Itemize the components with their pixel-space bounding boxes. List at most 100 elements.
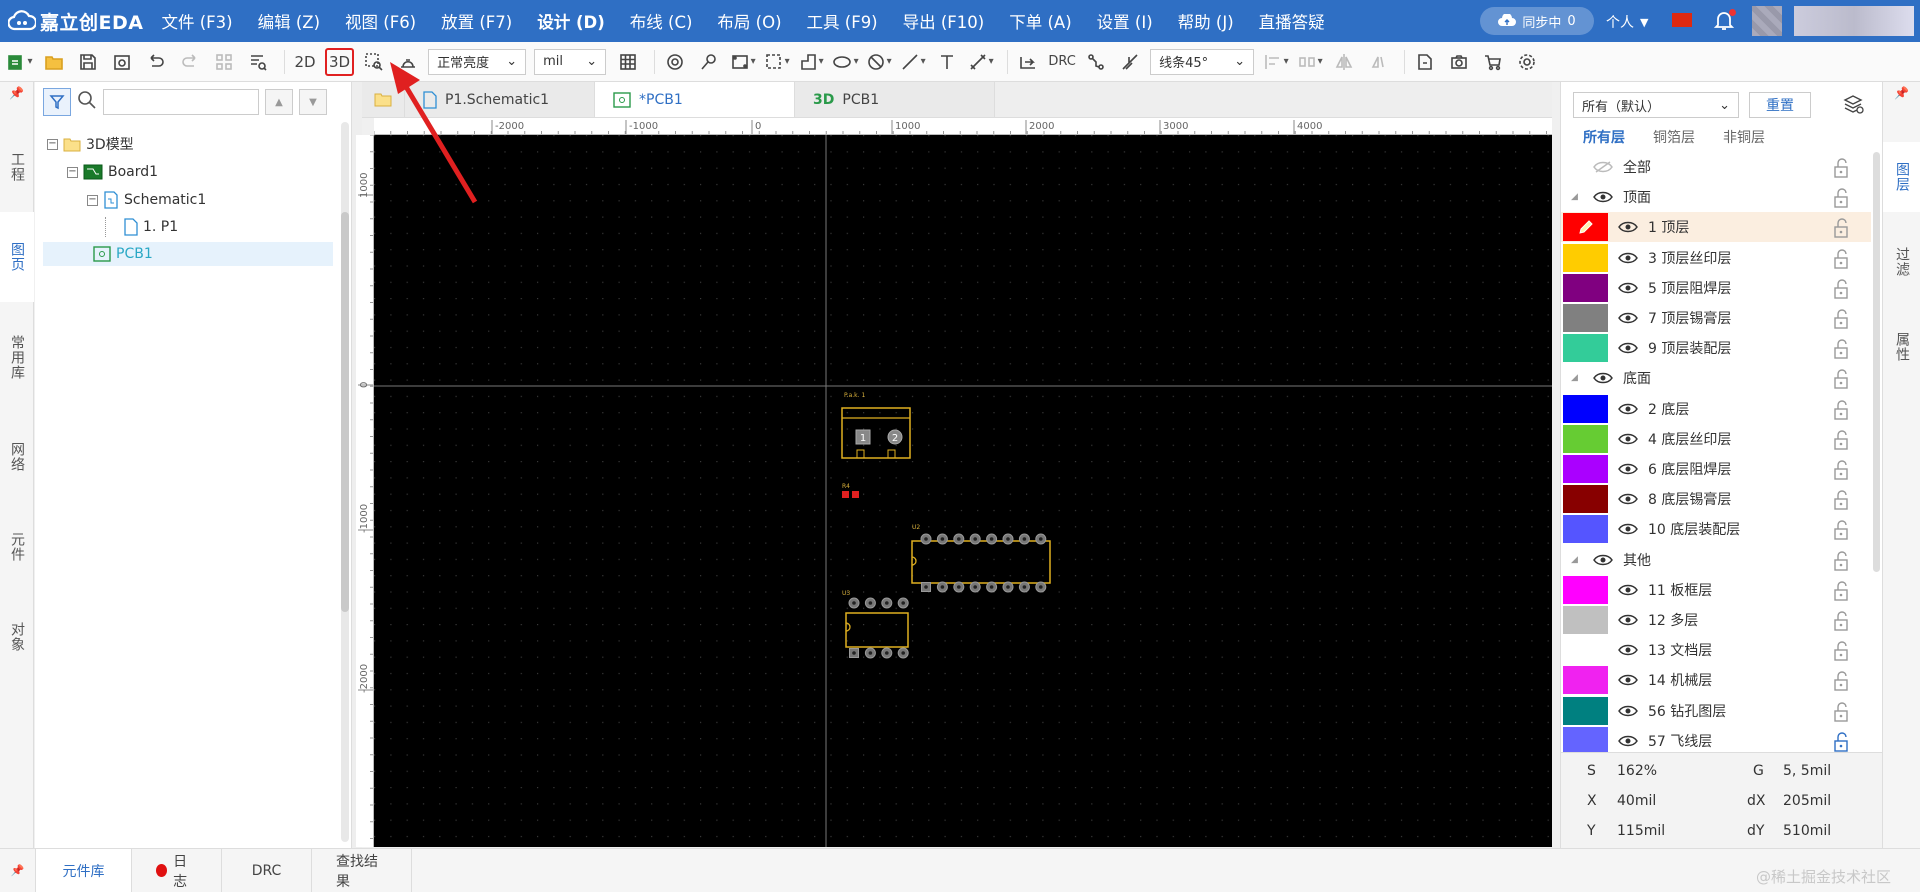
gear-icon[interactable] [1513, 48, 1541, 76]
sync-status-button[interactable]: 同步中 0 [1480, 7, 1594, 35]
route-mode-select[interactable]: 线条45° ⌄ [1150, 48, 1255, 75]
layer-row[interactable]: 5 顶层阻焊层 [1561, 273, 1871, 303]
menu-tools[interactable]: 工具 (F9) [807, 9, 878, 33]
filter-icon[interactable] [43, 88, 71, 116]
grid-arrange-icon[interactable] [210, 48, 238, 76]
lock-icon[interactable] [1833, 732, 1851, 752]
eye-icon[interactable] [1618, 433, 1638, 445]
eye-icon[interactable] [1618, 735, 1638, 747]
lock-icon[interactable] [1833, 430, 1851, 450]
tree-item-3d-models[interactable]: − 3D模型 [47, 132, 134, 156]
lock-icon[interactable] [1833, 399, 1851, 420]
layer-tab-copper[interactable]: 铜箔层 [1653, 127, 1695, 147]
layer-color-swatch[interactable] [1563, 243, 1608, 272]
tab-project[interactable]: 工程 [0, 122, 34, 212]
tab-pcb1-3d[interactable]: 3D PCB1 [795, 82, 995, 117]
ellipse-icon[interactable] [831, 48, 859, 76]
lock-icon[interactable] [1833, 550, 1851, 571]
layer-color-swatch[interactable] [1563, 575, 1608, 604]
layer-row[interactable]: 56 钻孔图层 [1561, 696, 1871, 726]
tab-component-library[interactable]: 元件库 [36, 849, 132, 892]
flip-horizontal-icon[interactable] [1330, 48, 1358, 76]
new-document-icon[interactable] [6, 48, 34, 76]
layer-row[interactable]: 14 机械层 [1561, 665, 1871, 695]
layer-row[interactable]: 4 底层丝印层 [1561, 424, 1871, 454]
eye-icon[interactable] [1593, 372, 1613, 384]
layer-filter-select[interactable]: 所有（默认） ⌄ [1573, 92, 1739, 118]
lock-icon[interactable] [1833, 520, 1851, 541]
pin-icon[interactable]: 📌 [1883, 82, 1920, 104]
collapse-toggle-icon[interactable]: − [47, 138, 58, 150]
eye-hidden-icon[interactable] [1593, 161, 1613, 173]
collapse-toggle-icon[interactable]: − [67, 166, 78, 178]
tree-item-schematic1[interactable]: − Schematic1 [87, 188, 206, 212]
layer-color-swatch[interactable] [1563, 213, 1608, 242]
layer-row[interactable]: 11 板框层 [1561, 575, 1871, 605]
unit-select[interactable]: mil ⌄ [534, 48, 607, 75]
text-icon[interactable] [933, 48, 961, 76]
tab-common-lib[interactable]: 常用库 [0, 302, 34, 412]
distribute-icon[interactable] [1296, 48, 1324, 76]
user-menu[interactable]: 个人 ▼ [1606, 12, 1648, 32]
eye-icon[interactable] [1618, 705, 1638, 717]
layer-row[interactable]: 9 顶层装配层 [1561, 333, 1871, 363]
select-region-icon[interactable] [763, 48, 791, 76]
eye-icon[interactable] [1593, 554, 1613, 566]
layer-list-scrollbar[interactable] [1873, 152, 1880, 572]
layer-color-swatch[interactable] [1563, 636, 1608, 665]
reset-button[interactable]: 重置 [1749, 92, 1811, 118]
collapse-triangle-icon[interactable]: ◢ [1571, 555, 1578, 565]
route-diff-icon[interactable] [1116, 48, 1144, 76]
layer-color-swatch[interactable] [1563, 726, 1608, 755]
lock-icon[interactable] [1833, 671, 1851, 692]
eye-icon[interactable] [1618, 584, 1638, 596]
layer-row[interactable]: 12 多层 [1561, 605, 1871, 635]
pin-icon[interactable]: 📌 [0, 849, 36, 892]
layer-color-swatch[interactable] [1563, 394, 1608, 423]
collapse-toggle-icon[interactable]: − [87, 194, 98, 206]
import-change-icon[interactable] [1014, 48, 1042, 76]
layer-manager-icon[interactable] [1843, 95, 1865, 119]
tab-drc[interactable]: DRC [222, 849, 312, 892]
menu-help[interactable]: 帮助 (J) [1178, 9, 1234, 33]
layer-color-swatch[interactable] [1563, 334, 1608, 363]
route-single-icon[interactable] [1082, 48, 1110, 76]
layer-row[interactable]: 1 顶层 [1561, 212, 1871, 243]
line-icon[interactable] [899, 48, 927, 76]
eye-icon[interactable] [1618, 523, 1638, 535]
menu-route[interactable]: 布线 (C) [630, 9, 693, 33]
layer-tab-all[interactable]: 所有层 [1583, 127, 1625, 147]
menu-order[interactable]: 下单 (A) [1009, 9, 1071, 33]
tab-nets[interactable]: 网络 [0, 412, 34, 502]
layer-color-swatch[interactable] [1563, 515, 1608, 544]
menu-live-qa[interactable]: 直播答疑 [1259, 9, 1325, 33]
eye-icon[interactable] [1618, 312, 1638, 324]
save-icon[interactable] [74, 48, 102, 76]
align-left-icon[interactable] [1262, 48, 1290, 76]
tree-search-input[interactable] [103, 89, 259, 115]
tab-log[interactable]: 日志 [132, 849, 222, 892]
order-pcb-icon[interactable] [1479, 48, 1507, 76]
tree-item-page-p1[interactable]: 1. P1 [105, 215, 178, 239]
menu-settings[interactable]: 设置 (I) [1097, 9, 1153, 33]
lock-icon[interactable] [1833, 309, 1851, 329]
view-2d-button[interactable]: 2D [291, 48, 319, 76]
export-doc-icon[interactable] [1411, 48, 1439, 76]
app-logo[interactable]: 嘉立创EDA [8, 8, 143, 35]
lock-icon[interactable] [1833, 701, 1851, 722]
layer-row[interactable]: 7 顶层锡膏层 [1561, 303, 1871, 333]
layer-row[interactable]: 3 顶层丝印层 [1561, 243, 1871, 273]
layer-row[interactable]: 10 底层装配层 [1561, 514, 1871, 544]
menu-export[interactable]: 导出 (F10) [903, 9, 985, 33]
find-list-icon[interactable] [244, 48, 272, 76]
layer-row[interactable]: 6 底层阻焊层 [1561, 454, 1871, 484]
via-icon[interactable] [661, 48, 689, 76]
menu-place[interactable]: 放置 (F7) [441, 9, 512, 33]
save-as-icon[interactable] [108, 48, 136, 76]
lock-icon[interactable] [1833, 158, 1851, 178]
search-next-button[interactable]: ▼ [299, 89, 327, 115]
layer-color-swatch[interactable] [1563, 606, 1608, 634]
layer-color-swatch[interactable] [1563, 304, 1608, 332]
pad-rect-icon[interactable] [729, 48, 757, 76]
tab-layers[interactable]: 图层 [1883, 142, 1920, 212]
